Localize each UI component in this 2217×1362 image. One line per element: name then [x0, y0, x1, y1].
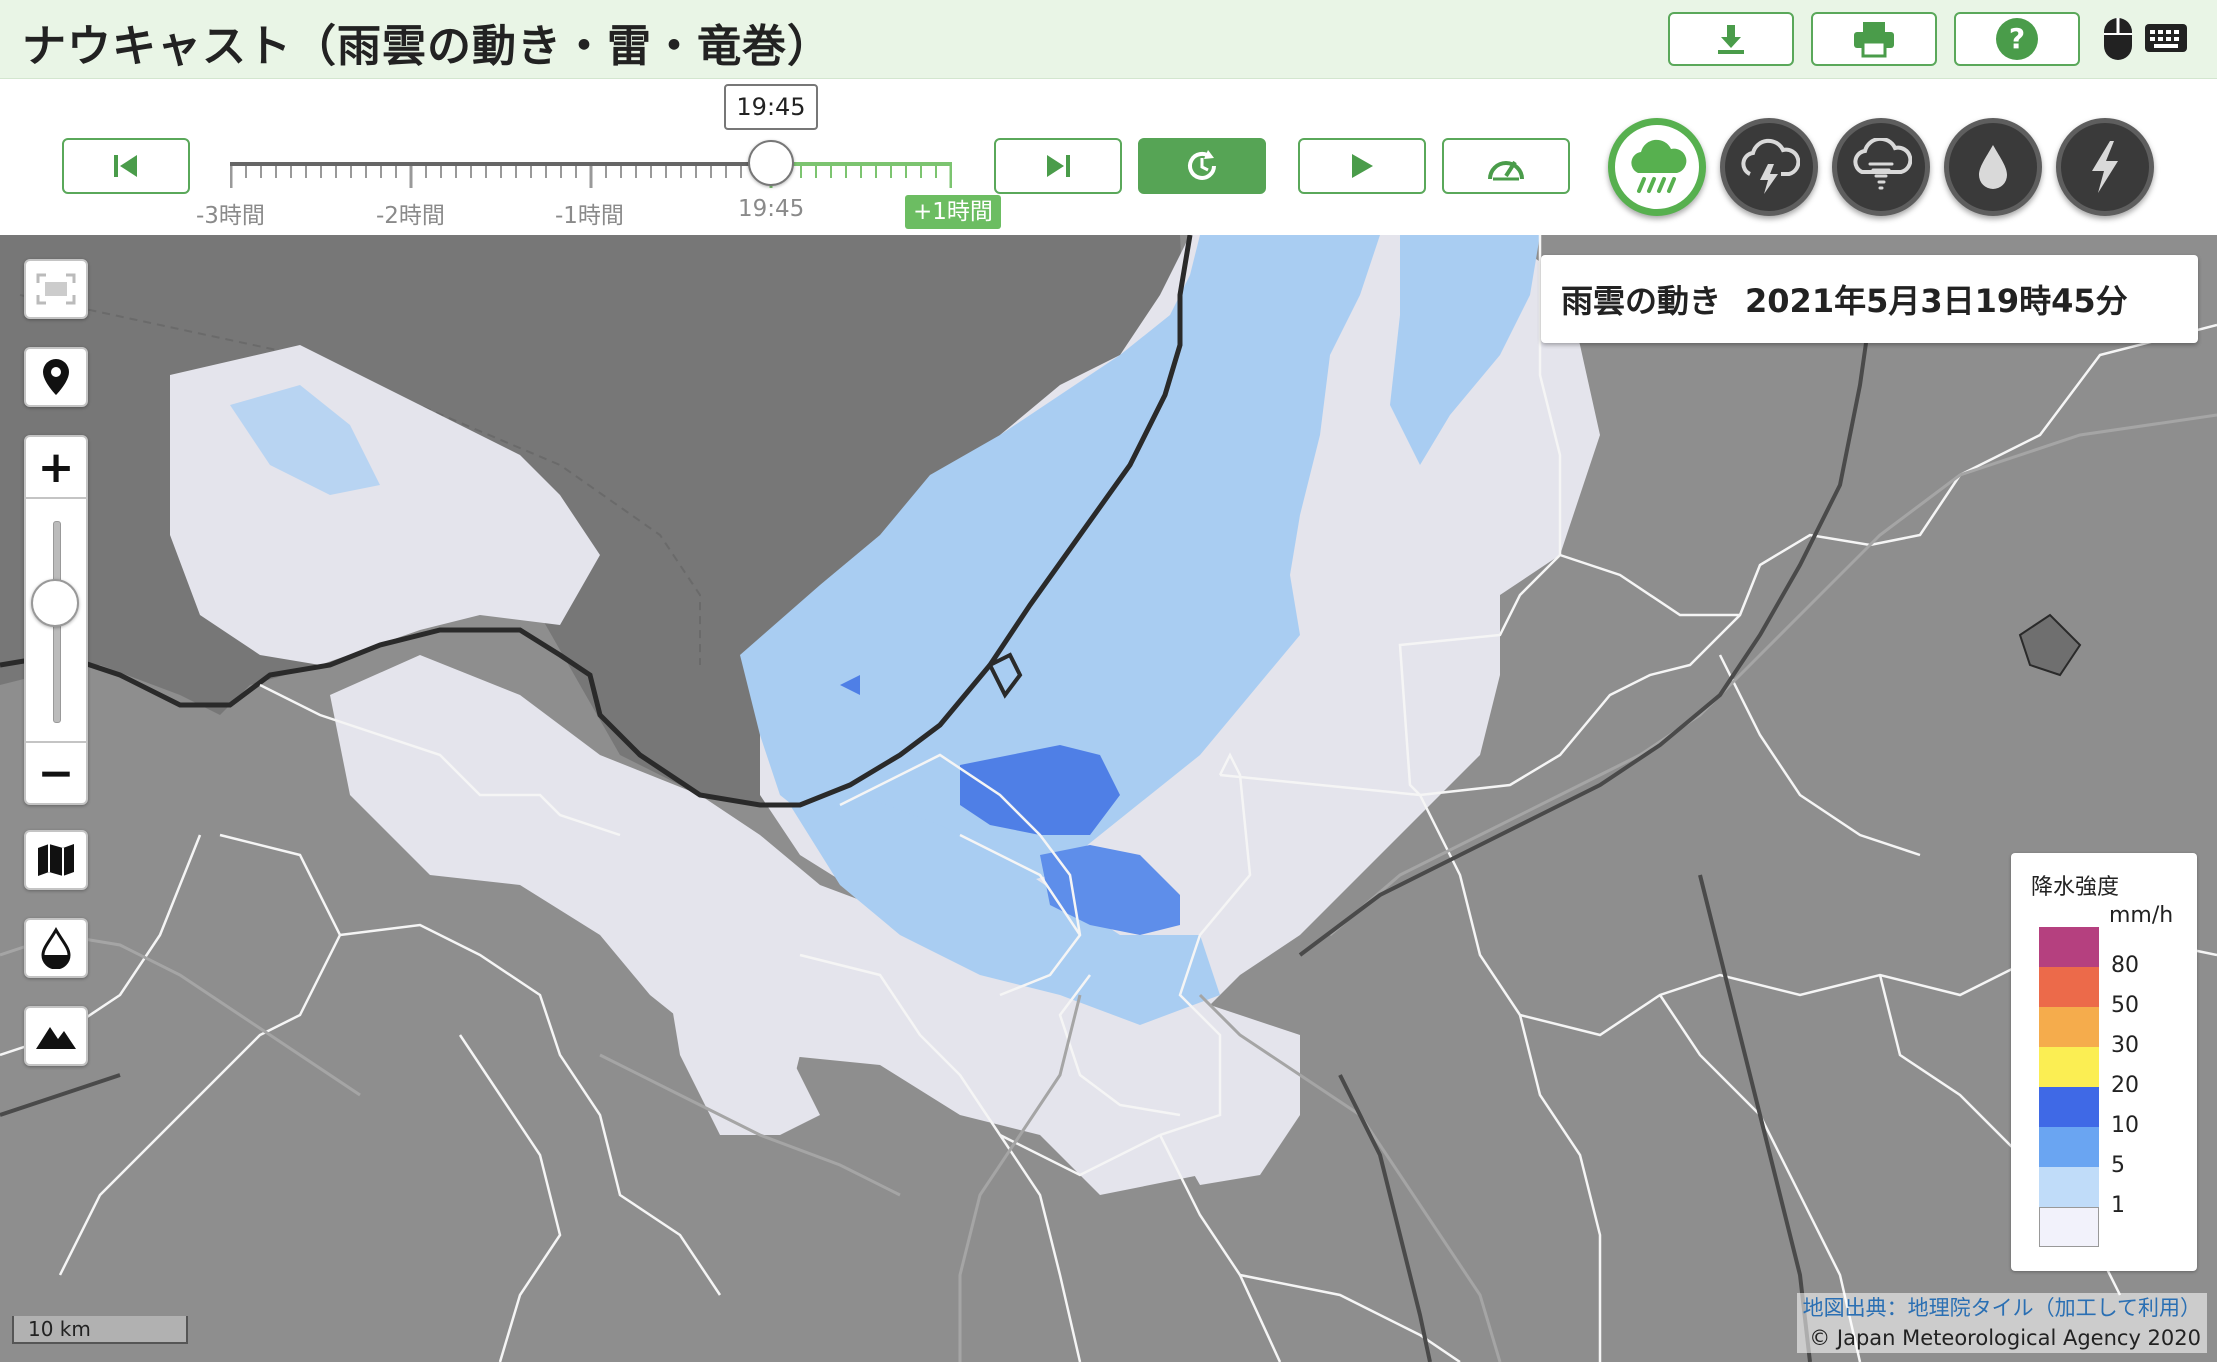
scale-bar: 10 km [12, 1316, 188, 1344]
datetime-value: 2021年5月3日19時45分 [1745, 282, 2128, 320]
attribution-copyright: © Japan Meteorological Agency 2020 [1809, 1326, 2201, 1350]
printer-icon [1854, 22, 1894, 58]
question-icon: ? [1996, 18, 2038, 60]
playback-speed-button[interactable] [1442, 138, 1570, 194]
skip-to-end-button[interactable] [994, 138, 1122, 194]
time-label-minus3: -3時間 [196, 203, 265, 229]
skip-to-end-icon [1047, 155, 1070, 177]
print-button[interactable] [1811, 12, 1937, 66]
skip-to-start-button[interactable] [62, 138, 190, 194]
legend-swatch [2039, 1007, 2099, 1047]
play-icon [1352, 154, 1373, 178]
legend-value: 80 [2111, 953, 2139, 978]
legend-swatch [2039, 967, 2099, 1007]
zoom-out-button[interactable]: − [26, 741, 86, 803]
svg-text:?: ? [2009, 22, 2025, 55]
keyboard-icon[interactable] [2144, 22, 2188, 54]
mode-lightning-button[interactable] [2056, 118, 2154, 216]
zoom-control: + − [24, 435, 88, 805]
legend-swatch [2039, 1207, 2099, 1247]
legend-unit: mm/h [2109, 903, 2174, 928]
thunder-cloud-icon [1741, 138, 1800, 194]
datetime-label: 雨雲の動き [1561, 282, 1722, 320]
tornado-cloud-icon [1853, 138, 1912, 190]
fullscreen-icon [36, 273, 76, 305]
legend-swatch [2039, 1087, 2099, 1127]
current-location-button[interactable] [24, 347, 88, 407]
mode-rain-clouds-button[interactable] [1608, 118, 1706, 216]
mode-rainfall-button[interactable] [1944, 118, 2042, 216]
terrain-toggle-button[interactable] [24, 1006, 88, 1066]
attribution-map-link[interactable]: 地図出典：地理院タイル（加工して利用） [1803, 1293, 2201, 1323]
legend-swatch [2039, 1047, 2099, 1087]
page-title: ナウキャスト（雨雲の動き・雷・竜巻） [22, 21, 832, 72]
fullscreen-button[interactable] [24, 259, 88, 319]
zoom-in-button[interactable]: + [26, 437, 86, 499]
precipitation-legend: 降水強度 mm/h 80 50 30 20 10 5 1 [2011, 853, 2197, 1271]
time-label-minus1: -1時間 [555, 203, 624, 229]
datetime-display: 雨雲の動き 2021年5月3日19時45分 [1541, 255, 2198, 343]
legend-value: 30 [2111, 1033, 2139, 1058]
legend-value: 5 [2111, 1153, 2125, 1178]
time-label-plus1: +1時間 [905, 195, 1001, 229]
legend-title: 降水強度 [2031, 875, 2120, 900]
refresh-latest-icon [1188, 150, 1216, 180]
location-pin-icon [43, 359, 69, 395]
mode-thunder-button[interactable] [1720, 118, 1818, 216]
nowcast-map[interactable]: + − 雨雲の動き 2021年5月3日19時45分 降水強度 mm/h 80 5… [0, 235, 2217, 1362]
legend-value: 10 [2111, 1113, 2139, 1138]
speedometer-icon [1488, 160, 1524, 181]
time-slider-thumb[interactable] [748, 140, 794, 186]
mountain-icon [36, 1027, 76, 1049]
download-icon [1718, 25, 1744, 54]
help-button[interactable]: ? [1954, 12, 2080, 66]
overlay-toggle-button[interactable] [24, 918, 88, 978]
zoom-slider-thumb[interactable] [31, 579, 79, 627]
time-tooltip: 19:45 [724, 84, 818, 130]
skip-to-start-icon [114, 155, 137, 177]
download-button[interactable] [1668, 12, 1794, 66]
drop-layer-icon [41, 927, 71, 969]
basemap-toggle-button[interactable] [24, 830, 88, 890]
mode-tornado-button[interactable] [1832, 118, 1930, 216]
legend-swatch [2039, 1167, 2099, 1207]
water-drop-icon [1979, 145, 2007, 189]
legend-value: 20 [2111, 1073, 2139, 1098]
time-label-minus2: -2時間 [376, 203, 445, 229]
header-bar: ナウキャスト（雨雲の動き・雷・竜巻） ? [0, 0, 2217, 79]
lightning-icon [2092, 141, 2118, 193]
legend-swatch [2039, 927, 2099, 967]
play-button[interactable] [1298, 138, 1426, 194]
map-layer-icon [38, 844, 74, 876]
legend-swatch [2039, 1127, 2099, 1167]
legend-value: 50 [2111, 993, 2139, 1018]
rain-cloud-icon [1631, 139, 1687, 193]
map-basemap [0, 235, 2217, 1362]
time-label-now: 19:45 [738, 196, 805, 222]
latest-time-button[interactable] [1138, 138, 1266, 194]
time-slider-ticks [230, 166, 952, 188]
mouse-icon[interactable] [2101, 16, 2135, 62]
legend-value: 1 [2111, 1193, 2125, 1218]
map-attribution: 地図出典：地理院タイル（加工して利用） © Japan Meteorologic… [1796, 1293, 2207, 1353]
